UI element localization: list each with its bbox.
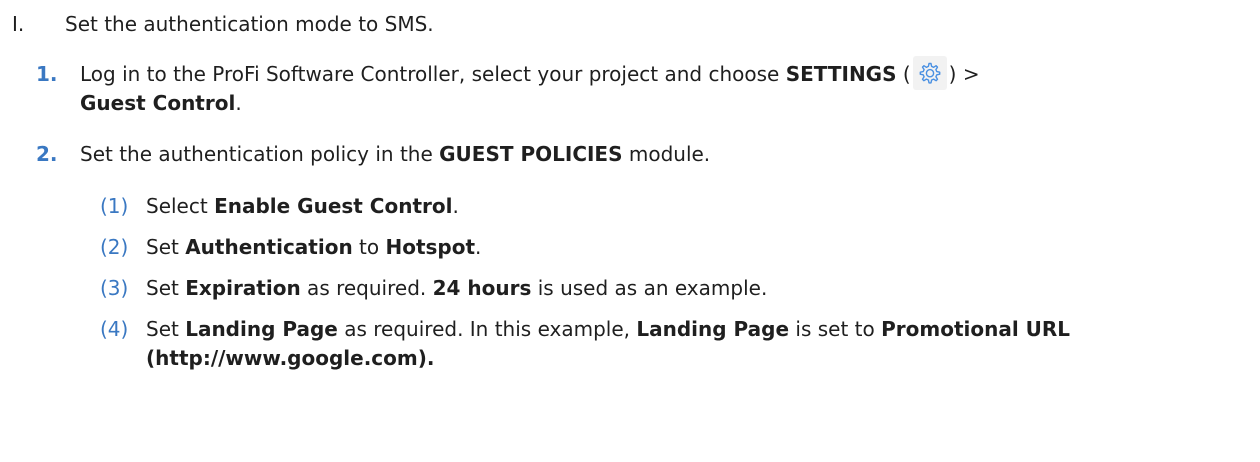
landing-page-label: Landing Page <box>185 317 338 341</box>
step-1-open-paren: ( <box>896 62 911 86</box>
guest-policies-label: GUEST POLICIES <box>439 142 623 166</box>
substep-marker-2: (2) <box>100 235 129 259</box>
expiration-label: Expiration <box>185 276 301 300</box>
substep-2-period: . <box>475 235 482 259</box>
step-2-text: Set the authentication policy in the GUE… <box>80 140 710 168</box>
step-1-text: Log in to the ProFi Software Controller,… <box>80 62 786 86</box>
substep-2-text-b: to <box>352 235 386 259</box>
substep-4-text-a: Set <box>146 317 186 341</box>
step-2-text-a: Set the authentication policy in the <box>80 142 440 166</box>
promotional-url-value: (http://www.google.com). <box>146 346 435 370</box>
step-number-2: 2. <box>36 142 58 166</box>
step-1-text-line-2: Guest Control. <box>80 89 242 117</box>
substep-3-text: Set Expiration as required. 24 hours is … <box>146 274 767 302</box>
hotspot-label: Hotspot <box>385 235 476 259</box>
step-number-1: 1. <box>36 62 58 86</box>
step-1-text-line-1: Log in to the ProFi Software Controller,… <box>80 55 980 90</box>
substep-4-text-b: as required. In this example, <box>337 317 637 341</box>
substep-3-text-a: Set <box>146 276 186 300</box>
substep-3-text-c: is used as an example. <box>531 276 768 300</box>
step-1-period: . <box>235 91 242 115</box>
authentication-label: Authentication <box>185 235 353 259</box>
substep-1-text-a: Select <box>146 194 215 218</box>
section-marker: I. <box>12 12 25 36</box>
settings-label: SETTINGS <box>785 62 897 86</box>
substep-marker-4: (4) <box>100 317 129 341</box>
substep-2-text: Set Authentication to Hotspot. <box>146 233 481 261</box>
enable-guest-control-label: Enable Guest Control <box>214 194 453 218</box>
substep-3-text-b: as required. <box>300 276 433 300</box>
guest-control-label: Guest Control <box>80 91 236 115</box>
substep-2-text-a: Set <box>146 235 186 259</box>
gear-icon <box>912 55 947 90</box>
step-1-close-text: ) > <box>948 62 980 86</box>
substep-4-text-line-2: (http://www.google.com). <box>146 344 434 372</box>
substep-1-text: Select Enable Guest Control. <box>146 192 459 220</box>
substep-marker-1: (1) <box>100 194 129 218</box>
substep-4-text-line-1: Set Landing Page as required. In this ex… <box>146 315 1070 343</box>
promotional-url-label: Promotional URL <box>881 317 1071 341</box>
step-2-text-b: module. <box>622 142 711 166</box>
substep-4-text-c: is set to <box>789 317 882 341</box>
landing-page-label-2: Landing Page <box>636 317 790 341</box>
substep-1-period: . <box>452 194 459 218</box>
section-heading: Set the authentication mode to SMS. <box>65 12 434 36</box>
24-hours-label: 24 hours <box>432 276 532 300</box>
substep-marker-3: (3) <box>100 276 129 300</box>
